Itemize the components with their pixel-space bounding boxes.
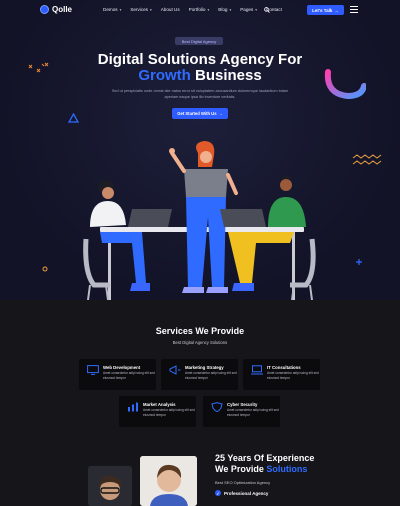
person-photo xyxy=(140,456,197,506)
search-icon[interactable] xyxy=(264,7,270,13)
bar-chart-icon xyxy=(128,402,138,412)
arrow-right-icon: → xyxy=(218,111,223,116)
team-illustration xyxy=(83,141,316,300)
service-card-desc: Amet consectetur adipi scing elit sed ei… xyxy=(227,408,279,417)
service-card-title: Cyber Security xyxy=(227,402,258,407)
hero-title-highlight: Growth xyxy=(138,67,191,84)
main-nav: Demos ▾ Services ▾ About Us Portfolio ▾ Blo… xyxy=(103,7,282,12)
nav-item-portfolio[interactable]: Portfolio ▾ xyxy=(189,7,210,12)
get-started-label: Get Started With Us xyxy=(177,111,217,116)
lets-talk-button[interactable]: Let's Talk → xyxy=(307,5,344,15)
service-card-title: IT Consultations xyxy=(267,365,301,370)
chevron-down-icon: ▾ xyxy=(255,7,258,12)
ring-arc-icon xyxy=(324,69,366,100)
service-card-marketing-strategy[interactable]: Marketing Strategy Amet consectetur adip… xyxy=(161,359,238,390)
hero-title-rest: Business xyxy=(190,67,262,84)
team-photo-left xyxy=(88,466,132,506)
arrow-right-icon: → xyxy=(334,7,339,13)
about-section: 25 Years Of Experience We Provide Soluti… xyxy=(0,440,400,506)
check-item-professional-agency: ✓ Professional Agency xyxy=(215,490,268,496)
sparkle-cross-icon xyxy=(28,62,49,73)
nav-item-pages[interactable]: Pages ▾ xyxy=(240,7,257,12)
about-title-line1: 25 Years Of Experience xyxy=(215,453,315,463)
person-photo xyxy=(88,466,132,506)
nav-label: Blog xyxy=(218,7,228,12)
service-card-web-development[interactable]: Web Development Amet consectetur adipi s… xyxy=(79,359,156,390)
get-started-button[interactable]: Get Started With Us → xyxy=(172,108,228,119)
team-photo-right xyxy=(140,456,197,506)
hamburger-menu-icon[interactable] xyxy=(350,6,358,15)
hero-section: Qolle Demos ▾ Services ▾ About Us Portfoli… xyxy=(0,0,400,300)
hero-title-line2: Growth Business xyxy=(40,67,360,84)
service-card-desc: Amet consectetur adipi scing elit sed ei… xyxy=(267,371,319,380)
nav-label: Portfolio xyxy=(188,7,206,12)
plus-icon xyxy=(356,259,362,265)
service-card-it-consultations[interactable]: IT Consultations Amet consectetur adipi … xyxy=(243,359,320,390)
dot-icon xyxy=(42,266,48,272)
services-subtitle: Best Digital Agency Solutions xyxy=(172,340,228,345)
nav-label: About Us xyxy=(160,7,180,12)
nav-item-about[interactable]: About Us xyxy=(161,7,180,12)
triangle-icon xyxy=(68,113,79,123)
zigzag-icon xyxy=(352,154,382,165)
chevron-down-icon: ▾ xyxy=(207,7,210,12)
hero-description: Sed ut perspiciatis unde omnis iste natu… xyxy=(111,89,289,99)
about-title-prefix: We Provide xyxy=(215,464,267,474)
nav-label: Demos xyxy=(103,7,118,12)
shield-icon xyxy=(211,402,223,412)
chevron-down-icon: ▾ xyxy=(149,7,152,12)
hero-title-line1: Digital Solutions Agency For xyxy=(97,51,303,68)
hero-badge: Best Digital Agency xyxy=(175,37,223,45)
service-card-title: Marketing Strategy xyxy=(185,365,224,370)
nav-label: Services xyxy=(130,7,148,12)
nav-item-blog[interactable]: Blog ▾ xyxy=(218,7,231,12)
services-title: Services We Provide xyxy=(155,326,245,336)
logo-text: Qolle xyxy=(52,5,73,14)
logo-mark-icon xyxy=(40,5,49,14)
chevron-down-icon: ▾ xyxy=(229,7,232,12)
lets-talk-label: Let's Talk xyxy=(312,7,333,13)
nav-item-demos[interactable]: Demos ▾ xyxy=(103,7,121,12)
nav-label: Pages xyxy=(240,7,254,12)
service-card-desc: Amet consectetur adipi scing elit sed ei… xyxy=(185,371,237,380)
service-card-title: Market Analysis xyxy=(143,402,176,407)
service-card-desc: Amet consectetur adipi scing elit sed ei… xyxy=(143,408,195,417)
service-card-cyber-security[interactable]: Cyber Security Amet consectetur adipi sc… xyxy=(203,396,280,427)
about-title-highlight: Solutions xyxy=(266,464,308,474)
logo[interactable]: Qolle xyxy=(40,5,72,14)
service-card-title: Web Development xyxy=(103,365,141,370)
service-card-market-analysis[interactable]: Market Analysis Amet consectetur adipi s… xyxy=(119,396,196,427)
monitor-icon xyxy=(87,365,99,375)
navbar: Qolle Demos ▾ Services ▾ About Us Portfoli… xyxy=(0,0,400,22)
nav-item-services[interactable]: Services ▾ xyxy=(130,7,151,12)
service-card-desc: Amet consectetur adipi scing elit sed ei… xyxy=(103,371,155,380)
about-title-line2: We Provide Solutions xyxy=(215,464,307,475)
check-circle-icon: ✓ xyxy=(215,490,221,496)
laptop-code-icon xyxy=(251,365,263,375)
chevron-down-icon: ▾ xyxy=(119,7,122,12)
services-section: Services We Provide Best Digital Agency … xyxy=(0,300,400,440)
about-subtitle: Best SEO Optimization Agency xyxy=(215,480,271,485)
megaphone-icon xyxy=(169,365,181,375)
check-item-label: Professional Agency xyxy=(224,490,269,496)
